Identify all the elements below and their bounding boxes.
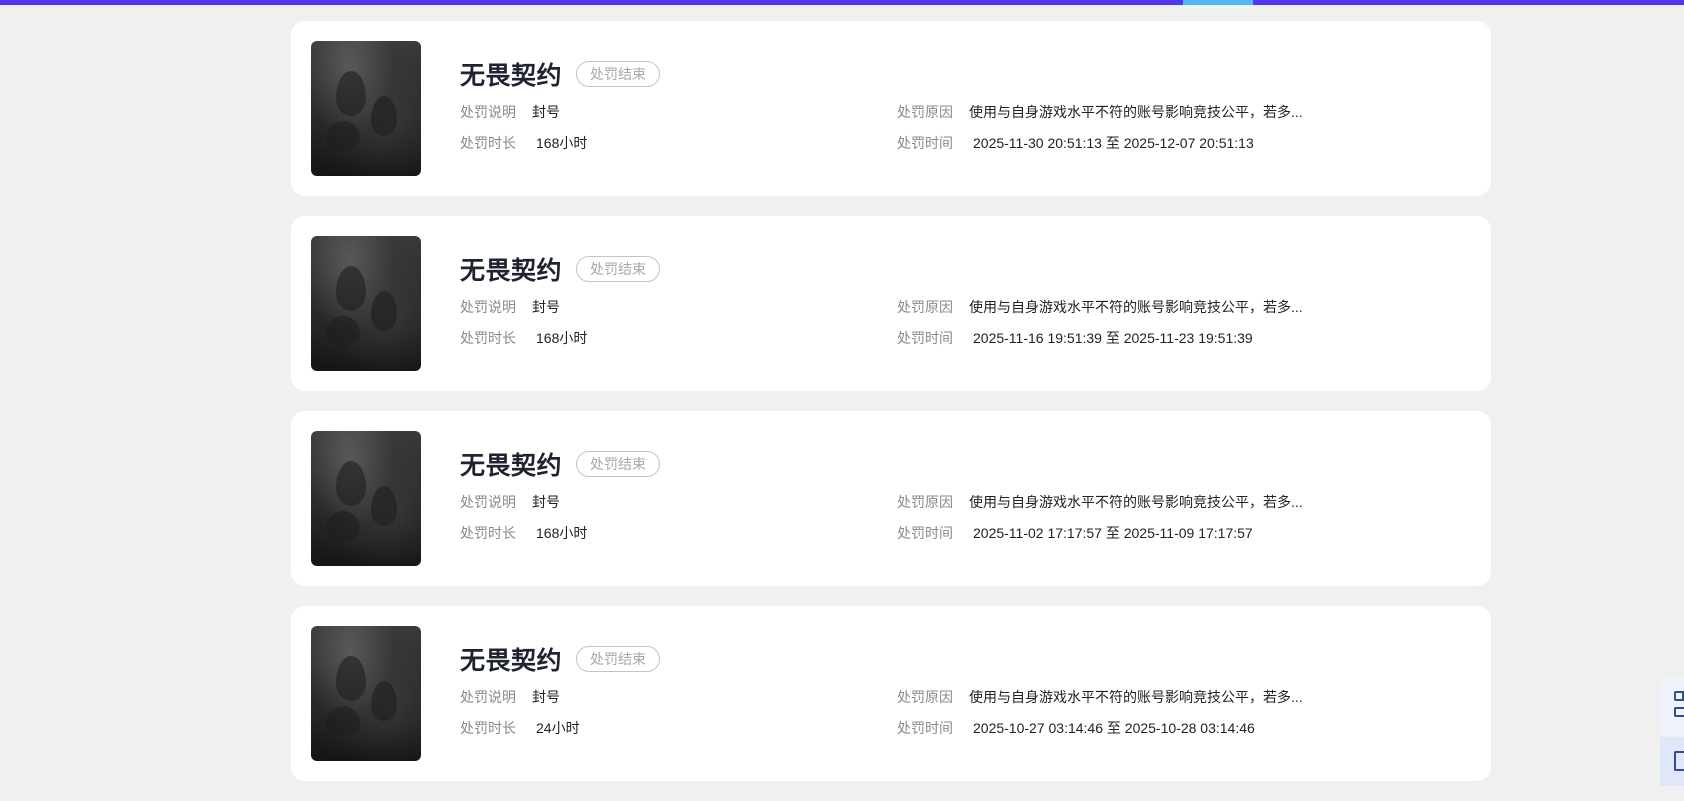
penalty-duration-value: 24小时 xyxy=(536,720,580,736)
card-title-row: 无畏契约 处罚结束 xyxy=(460,56,661,92)
game-cover-image xyxy=(311,41,421,176)
penalty-time-label: 处罚时间 xyxy=(897,525,953,541)
penalty-duration-value: 168小时 xyxy=(536,330,588,346)
penalty-card[interactable]: 无畏契约 处罚结束 处罚说明 封号 处罚时长 168小时 处罚原因 使用与自身游… xyxy=(291,21,1491,196)
game-title: 无畏契约 xyxy=(460,257,563,285)
side-float-button-qr[interactable] xyxy=(1660,677,1684,735)
penalty-reason-value: 使用与自身游戏水平不符的账号影响竞技公平，若多... xyxy=(969,494,1303,510)
penalty-duration-label: 处罚时长 xyxy=(460,135,516,151)
penalty-desc-value: 封号 xyxy=(532,689,560,705)
top-progress-bar xyxy=(0,0,1684,5)
penalty-list: 无畏契约 处罚结束 处罚说明 封号 处罚时长 168小时 处罚原因 使用与自身游… xyxy=(291,21,1491,801)
penalty-desc-label: 处罚说明 xyxy=(460,494,516,510)
penalty-duration-value: 168小时 xyxy=(536,525,588,541)
penalty-duration-label: 处罚时长 xyxy=(460,720,516,736)
status-badge: 处罚结束 xyxy=(576,61,661,87)
card-title-row: 无畏契约 处罚结束 xyxy=(460,446,661,482)
game-title: 无畏契约 xyxy=(460,62,563,90)
penalty-reason-label: 处罚原因 xyxy=(897,689,953,705)
card-title-row: 无畏契约 处罚结束 xyxy=(460,641,661,677)
penalty-card[interactable]: 无畏契约 处罚结束 处罚说明 封号 处罚时长 168小时 处罚原因 使用与自身游… xyxy=(291,411,1491,586)
top-bar-active-indicator xyxy=(1183,0,1253,5)
penalty-reason-label: 处罚原因 xyxy=(897,104,953,120)
penalty-desc-value: 封号 xyxy=(532,104,560,120)
penalty-time-value: 2025-11-16 19:51:39 至 2025-11-23 19:51:3… xyxy=(973,330,1253,346)
penalty-reason-value: 使用与自身游戏水平不符的账号影响竞技公平，若多... xyxy=(969,299,1303,315)
panel-icon xyxy=(1674,751,1684,771)
penalty-desc-label: 处罚说明 xyxy=(460,299,516,315)
penalty-duration-label: 处罚时长 xyxy=(460,330,516,346)
penalty-desc-value: 封号 xyxy=(532,494,560,510)
card-title-row: 无畏契约 处罚结束 xyxy=(460,251,661,287)
penalty-card[interactable]: 无畏契约 处罚结束 处罚说明 封号 处罚时长 168小时 处罚原因 使用与自身游… xyxy=(291,216,1491,391)
game-title: 无畏契约 xyxy=(460,452,563,480)
penalty-time-label: 处罚时间 xyxy=(897,135,953,151)
penalty-desc-value: 封号 xyxy=(532,299,560,315)
game-title: 无畏契约 xyxy=(460,647,563,675)
penalty-time-value: 2025-11-02 17:17:57 至 2025-11-09 17:17:5… xyxy=(973,525,1253,541)
penalty-time-value: 2025-11-30 20:51:13 至 2025-12-07 20:51:1… xyxy=(973,135,1254,151)
penalty-time-label: 处罚时间 xyxy=(897,330,953,346)
penalty-desc-label: 处罚说明 xyxy=(460,689,516,705)
status-badge: 处罚结束 xyxy=(576,646,661,672)
penalty-reason-value: 使用与自身游戏水平不符的账号影响竞技公平，若多... xyxy=(969,689,1303,705)
penalty-card[interactable]: 无畏契约 处罚结束 处罚说明 封号 处罚时长 24小时 处罚原因 使用与自身游戏… xyxy=(291,606,1491,781)
game-cover-image xyxy=(311,626,421,761)
qr-code-icon-lower xyxy=(1674,707,1684,717)
penalty-duration-label: 处罚时长 xyxy=(460,525,516,541)
game-cover-image xyxy=(311,236,421,371)
qr-code-icon xyxy=(1674,691,1684,701)
status-badge: 处罚结束 xyxy=(576,256,661,282)
penalty-duration-value: 168小时 xyxy=(536,135,588,151)
status-badge: 处罚结束 xyxy=(576,451,661,477)
penalty-reason-value: 使用与自身游戏水平不符的账号影响竞技公平，若多... xyxy=(969,104,1303,120)
penalty-reason-label: 处罚原因 xyxy=(897,299,953,315)
penalty-reason-label: 处罚原因 xyxy=(897,494,953,510)
side-float-button-panel[interactable] xyxy=(1660,737,1684,786)
penalty-desc-label: 处罚说明 xyxy=(460,104,516,120)
penalty-time-value: 2025-10-27 03:14:46 至 2025-10-28 03:14:4… xyxy=(973,720,1255,736)
penalty-time-label: 处罚时间 xyxy=(897,720,953,736)
game-cover-image xyxy=(311,431,421,566)
